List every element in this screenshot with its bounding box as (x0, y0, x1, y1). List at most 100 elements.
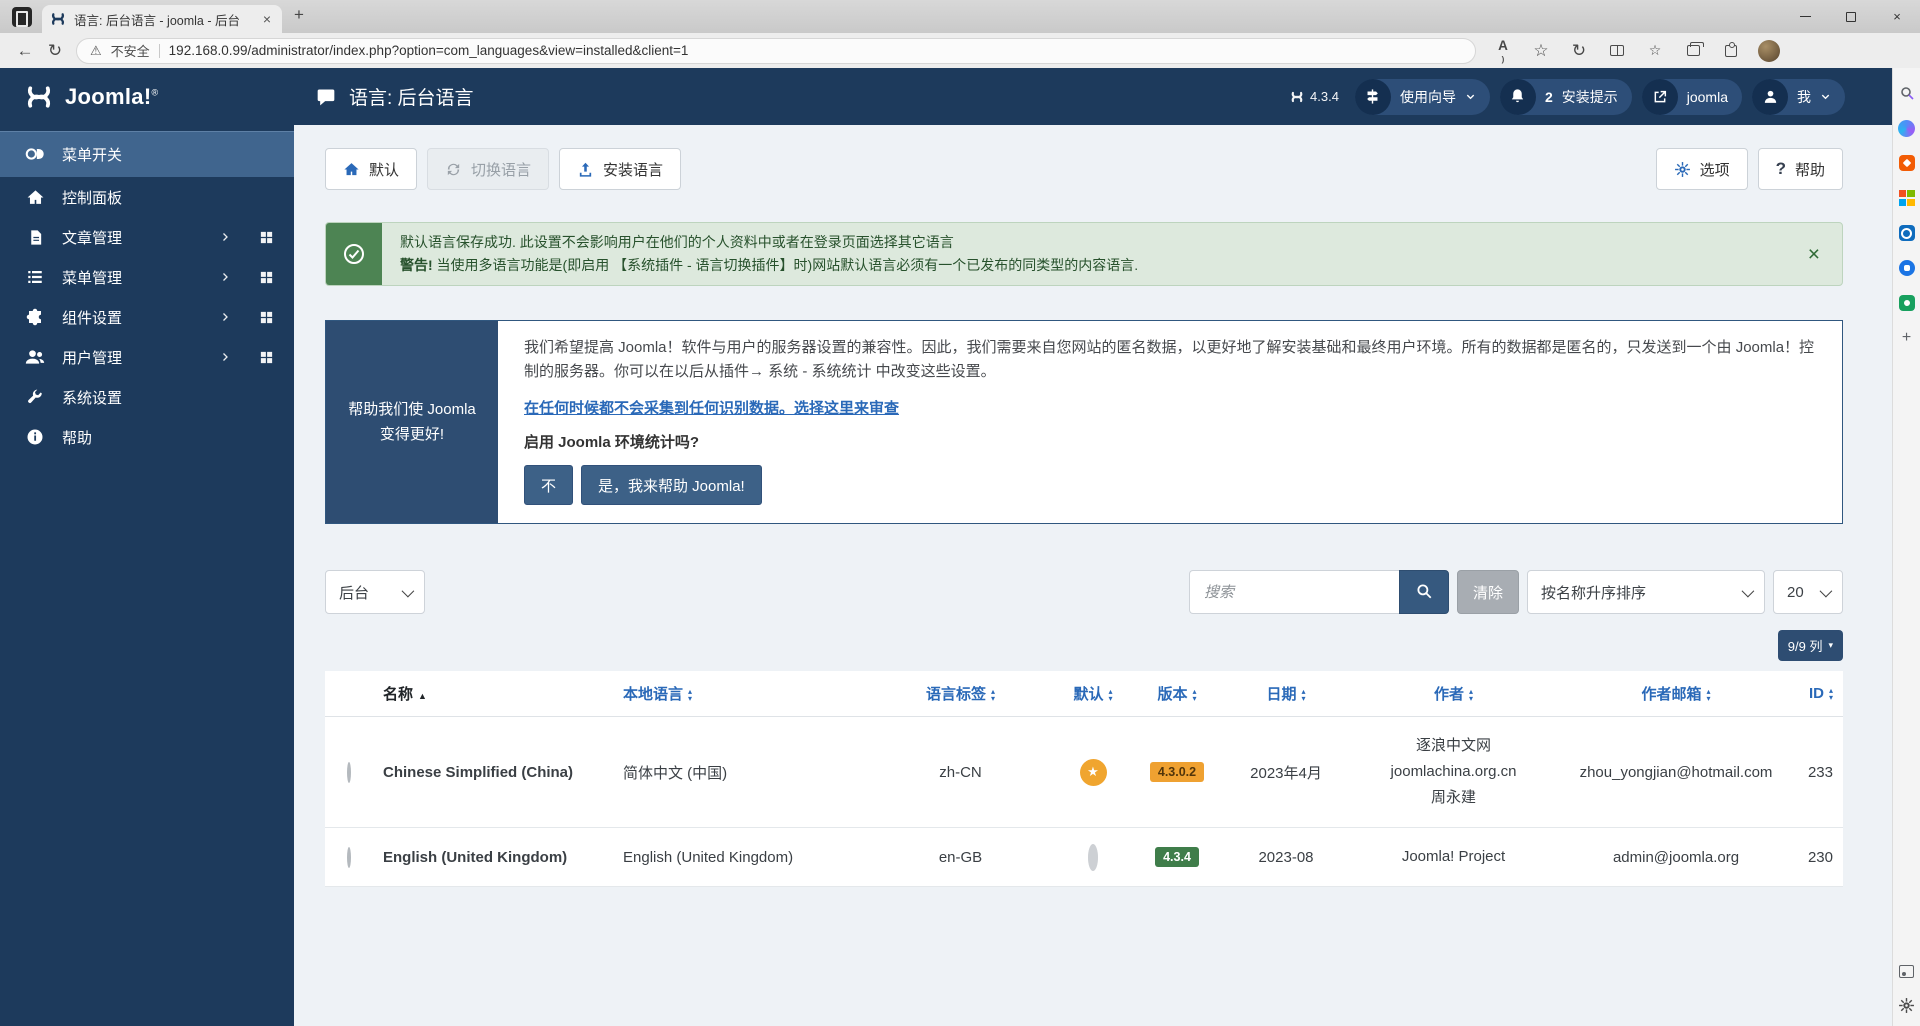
language-id: 230 (1796, 828, 1843, 887)
minimize-button[interactable] (1782, 0, 1828, 33)
search-icon[interactable] (1898, 84, 1916, 102)
tab-close-icon[interactable]: × (260, 11, 274, 27)
browser-essentials-icon[interactable]: ↻ (1562, 37, 1596, 65)
favorite-star-icon[interactable]: ☆ (1524, 37, 1558, 65)
dashboard-grid-icon[interactable] (259, 310, 274, 325)
switch-language-button[interactable]: 切换语言 (427, 148, 549, 190)
columns-badge[interactable]: 9/9 列 ▾ (1778, 630, 1843, 661)
header-id[interactable]: ID▴▾ (1796, 671, 1843, 717)
sidebar-item-system[interactable]: 系统设置 (0, 377, 294, 417)
options-button[interactable]: 选项 (1656, 148, 1748, 190)
url-text[interactable]: 192.168.0.99/administrator/index.php?opt… (169, 43, 689, 58)
header-native[interactable]: 本地语言▴▾ (613, 671, 868, 717)
bell-icon (1500, 79, 1536, 115)
stats-no-button[interactable]: 不 (524, 465, 573, 505)
article-icon (24, 229, 46, 246)
split-screen-icon[interactable] (1600, 37, 1634, 65)
header-author-email[interactable]: 作者邮箱▴▾ (1556, 671, 1796, 717)
chevron-right-icon[interactable] (219, 271, 231, 283)
row-radio[interactable] (347, 847, 351, 868)
read-aloud-icon[interactable]: A) (1486, 37, 1520, 65)
joomla-brand[interactable]: Joomla!® (0, 82, 294, 112)
browser-tab[interactable]: 语言: 后台语言 - joomla - 后台 × (42, 5, 282, 33)
alert-close-icon[interactable]: × (1808, 244, 1820, 265)
brand-text: Joomla!® (65, 84, 158, 110)
collections-icon[interactable] (1676, 37, 1710, 65)
header-select (325, 671, 373, 717)
copilot-icon[interactable] (1898, 119, 1916, 137)
dashboard-grid-icon[interactable] (259, 270, 274, 285)
maximize-button[interactable] (1828, 0, 1874, 33)
drop-icon[interactable] (1898, 259, 1916, 277)
preview-site-button[interactable]: joomla (1642, 79, 1742, 115)
add-sidebar-item-icon[interactable]: + (1898, 329, 1916, 347)
sidebar-item-content[interactable]: 文章管理 (0, 217, 294, 257)
back-icon[interactable]: ← (10, 37, 40, 65)
microsoft365-icon[interactable] (1898, 189, 1916, 207)
help-button[interactable]: ? 帮助 (1758, 148, 1843, 190)
install-language-button[interactable]: 安装语言 (559, 148, 681, 190)
close-window-button[interactable]: × (1874, 0, 1920, 33)
sidebar-item-dashboard[interactable]: 控制面板 (0, 177, 294, 217)
search-input[interactable] (1189, 570, 1399, 614)
shopping-icon[interactable] (1898, 154, 1916, 172)
language-date: 2023年4月 (1221, 717, 1351, 828)
default-button[interactable]: 默认 (325, 148, 417, 190)
limit-select[interactable]: 20 (1773, 570, 1843, 614)
row-radio[interactable] (347, 762, 351, 783)
users-icon (24, 347, 46, 367)
chevron-right-icon[interactable] (219, 231, 231, 243)
sort-select[interactable]: 按名称升序排序 (1527, 570, 1765, 614)
clear-button[interactable]: 清除 (1457, 570, 1519, 614)
stats-paragraph: 我们希望提高 Joomla！软件与用户的服务器设置的兼容性。因此，我们需要来自您… (524, 336, 1816, 384)
stats-review-link[interactable]: 在任何时候都不会采集到任何识别数据。选择这里来审查 (524, 397, 899, 418)
star-icon: ★ (1087, 764, 1099, 780)
extensions-icon[interactable] (1714, 37, 1748, 65)
refresh-icon[interactable]: ↻ (40, 37, 70, 65)
designer-icon[interactable] (1898, 294, 1916, 312)
sidebar-item-components[interactable]: 组件设置 (0, 297, 294, 337)
guided-tour-button[interactable]: 使用向导 (1355, 79, 1490, 115)
chevron-right-icon[interactable] (219, 351, 231, 363)
header-tag[interactable]: 语言标签▴▾ (868, 671, 1053, 717)
tab-actions-icon[interactable] (12, 7, 32, 27)
external-link-icon (1642, 79, 1678, 115)
table-row: English (United Kingdom) English (United… (325, 828, 1843, 887)
sidebar-item-help[interactable]: 帮助 (0, 417, 294, 457)
profile-avatar[interactable] (1752, 37, 1786, 65)
header-author[interactable]: 作者▴▾ (1351, 671, 1556, 717)
chevron-right-icon[interactable] (219, 311, 231, 323)
dashboard-grid-icon[interactable] (259, 350, 274, 365)
sidebar-item-users[interactable]: 用户管理 (0, 337, 294, 377)
favorites-bar-icon[interactable]: ☆ (1638, 37, 1672, 65)
sort-asc-icon: ▲ (418, 691, 427, 701)
user-menu-button[interactable]: 我 (1752, 79, 1845, 115)
search-icon (1415, 582, 1433, 603)
stats-yes-button[interactable]: 是，我来帮助 Joomla! (581, 465, 762, 505)
notifications-button[interactable]: 2 安装提示 (1500, 79, 1632, 115)
new-tab-button[interactable]: + (294, 5, 304, 25)
header-name[interactable]: 名称▲ (373, 671, 613, 717)
author-email: zhou_yongjian@hotmail.com (1556, 717, 1796, 828)
set-default-button[interactable] (1088, 844, 1098, 871)
signpost-icon (1355, 79, 1391, 115)
dashboard-grid-icon[interactable] (259, 230, 274, 245)
header-date[interactable]: 日期▴▾ (1221, 671, 1351, 717)
client-select[interactable]: 后台 (325, 570, 425, 614)
header-version[interactable]: 版本▴▾ (1133, 671, 1221, 717)
joomla-sidebar: 菜单开关 控制面板 文章管理 菜单管理 (0, 125, 294, 1026)
upload-icon (577, 161, 594, 178)
default-star-button[interactable]: ★ (1080, 759, 1107, 786)
language-author: 逐浪中文网 joomlachina.org.cn 周永建 (1351, 717, 1556, 828)
settings-gear-icon[interactable] (1898, 996, 1916, 1014)
language-date: 2023-08 (1221, 828, 1351, 887)
address-bar[interactable]: ⚠ 不安全 192.168.0.99/administrator/index.p… (76, 38, 1476, 64)
sidebar-item-menu-toggle[interactable]: 菜单开关 (0, 131, 294, 177)
native-language: 简体中文 (中国) (613, 717, 868, 828)
sidebar-item-menus[interactable]: 菜单管理 (0, 257, 294, 297)
search-button[interactable] (1399, 570, 1449, 614)
header-default[interactable]: 默认▴▾ (1053, 671, 1133, 717)
outlook-icon[interactable] (1898, 224, 1916, 242)
image-creator-icon[interactable] (1898, 962, 1916, 980)
question-mark-icon: ? (1776, 159, 1786, 179)
